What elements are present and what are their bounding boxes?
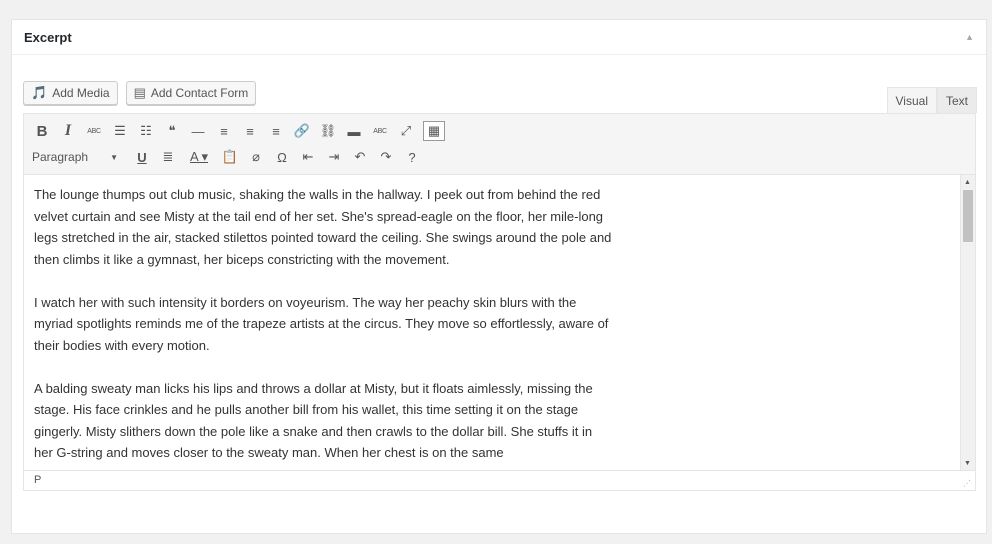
collapse-toggle-icon[interactable]: ▲ [965, 32, 974, 42]
add-media-button[interactable]: 🎵 Add Media [23, 81, 118, 105]
format-select-value: Paragraph [32, 150, 89, 164]
fullscreen-button[interactable]: ⤢ [394, 120, 418, 142]
bold-button[interactable]: B [30, 120, 54, 142]
justify-button[interactable]: ≣ [156, 146, 180, 168]
tab-text[interactable]: Text [936, 87, 977, 113]
editor-content[interactable]: The lounge thumps out club music, shakin… [24, 175, 960, 471]
toolbar-row-2: Paragraph ▼ U ≣ A ▾ 📋 ⌀ Ω ⇤ ⇥ ↶ ↷? [30, 146, 426, 168]
add-contact-form-label: Add Contact Form [150, 86, 249, 100]
paste-as-text-button[interactable]: 📋 [218, 146, 242, 168]
align-left-button[interactable]: ≡ [212, 120, 236, 142]
chevron-down-icon: ▼ [110, 152, 118, 162]
form-icon: ▤ [133, 85, 146, 100]
element-path[interactable]: P [34, 474, 41, 486]
align-right-button[interactable]: ≡ [264, 120, 288, 142]
editor-statusbar: P ⋰ [24, 470, 975, 490]
help-button[interactable]: ? [400, 146, 424, 168]
indent-button[interactable]: ⇥ [322, 146, 346, 168]
special-character-button[interactable]: Ω [270, 146, 294, 168]
toolbar-row-1: B I ABC ☰ ☷ ❝ — ≡ ≡ ≡ 🔗 ⛓ ▬ ABC ⤢ ▦ [30, 120, 447, 142]
postbox-header: Excerpt ▲ [12, 20, 986, 55]
horizontal-line-button[interactable]: — [186, 120, 210, 142]
spellcheck-button[interactable]: ABC [368, 120, 392, 142]
outdent-button[interactable]: ⇤ [296, 146, 320, 168]
scroll-up-icon[interactable]: ▲ [964, 179, 971, 186]
editor-scrollbar[interactable]: ▲ ▼ [960, 175, 975, 471]
scroll-thumb[interactable] [963, 190, 973, 242]
content-paragraph: I watch her with such intensity it borde… [34, 294, 609, 353]
format-select[interactable]: Paragraph ▼ [30, 147, 122, 167]
undo-button[interactable]: ↶ [348, 146, 372, 168]
bulleted-list-button[interactable]: ☰ [108, 120, 132, 142]
strikethrough-button[interactable]: ABC [82, 120, 106, 142]
remove-link-button[interactable]: ⛓ [316, 120, 340, 142]
resize-handle-icon[interactable]: ⋰ [963, 479, 971, 488]
redo-button[interactable]: ↷ [374, 146, 398, 168]
read-more-button[interactable]: ▬ [342, 120, 366, 142]
postbox-title: Excerpt [24, 30, 72, 45]
tab-visual[interactable]: Visual [886, 87, 937, 113]
content-paragraph: A balding sweaty man licks his lips and … [34, 380, 593, 461]
clear-formatting-button[interactable]: ⌀ [244, 146, 268, 168]
blockquote-button[interactable]: ❝ [160, 120, 184, 142]
insert-link-button[interactable]: 🔗 [290, 120, 314, 142]
numbered-list-button[interactable]: ☷ [134, 120, 158, 142]
content-paragraph: The lounge thumps out club music, shakin… [34, 187, 612, 267]
editor-tabs: Visual Text [886, 87, 977, 113]
align-center-button[interactable]: ≡ [238, 120, 262, 142]
text-color-button[interactable]: A ▾ [182, 146, 216, 168]
editor: B I ABC ☰ ☷ ❝ — ≡ ≡ ≡ 🔗 ⛓ ▬ ABC ⤢ ▦ Paragraph ▼ U ≣ A ▾ 📋 ⌀… [23, 113, 976, 491]
media-buttons: 🎵 Add Media ▤ Add Contact Form [23, 81, 257, 105]
scroll-down-icon[interactable]: ▼ [964, 460, 971, 467]
underline-button[interactable]: U [130, 146, 154, 168]
add-media-label: Add Media [52, 86, 110, 100]
toolbar-toggle-button[interactable]: ▦ [423, 121, 445, 141]
add-contact-form-button[interactable]: ▤ Add Contact Form [125, 81, 257, 105]
italic-button[interactable]: I [56, 120, 80, 142]
editor-toolbar: B I ABC ☰ ☷ ❝ — ≡ ≡ ≡ 🔗 ⛓ ▬ ABC ⤢ ▦ Paragraph ▼ U ≣ A ▾ 📋 ⌀… [24, 114, 975, 175]
media-icon: 🎵 [31, 85, 48, 100]
